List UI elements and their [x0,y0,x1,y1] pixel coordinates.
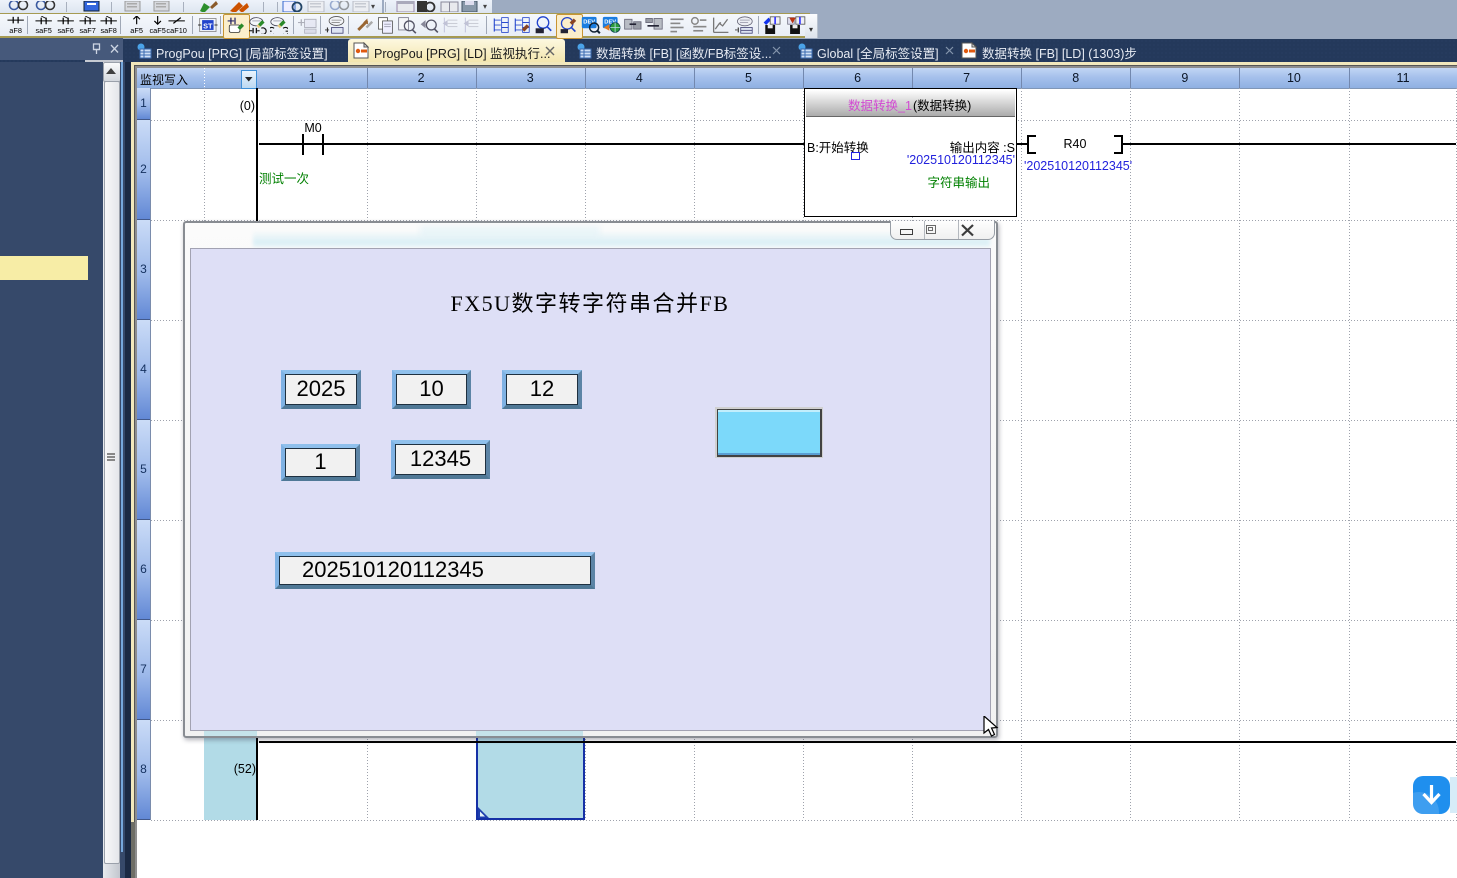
svg-text:aF5: aF5 [130,26,143,34]
svg-text:saF8: saF8 [100,26,116,34]
svg-text:caF5: caF5 [149,26,165,34]
svg-text:saF5: saF5 [35,26,51,34]
svg-text:ST: ST [203,21,213,30]
svg-text:saF6: saF6 [57,26,73,34]
svg-text:caF10: caF10 [166,26,187,34]
svg-text:saF7: saF7 [79,26,95,34]
svg-text:aF8: aF8 [9,26,22,34]
